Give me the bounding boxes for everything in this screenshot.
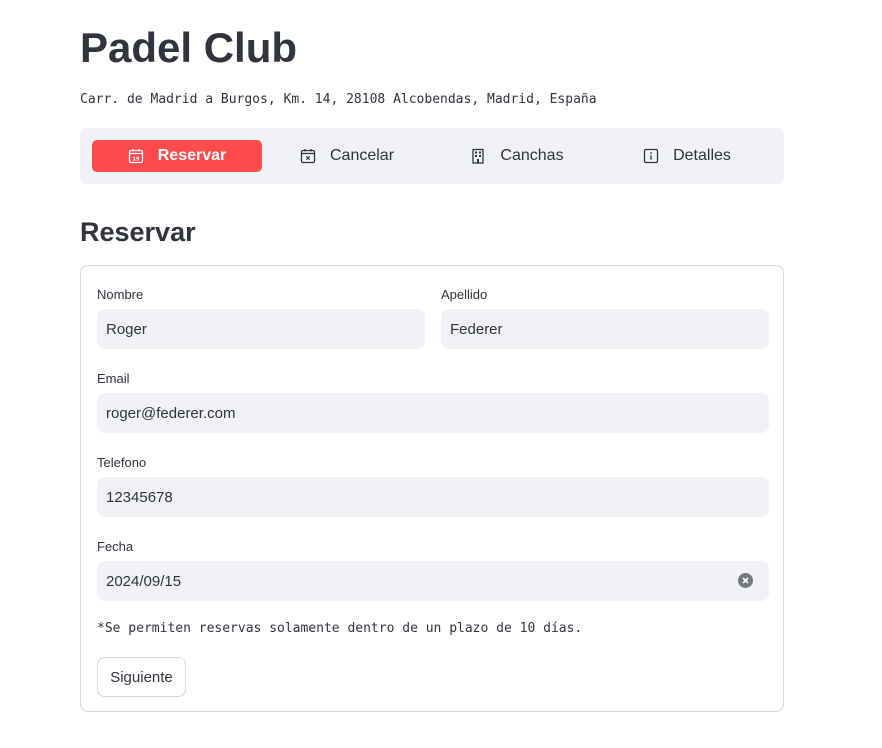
apellido-label: Apellido <box>441 287 488 302</box>
section-title: Reservar <box>80 217 196 247</box>
calendar-icon: 19 <box>128 148 144 164</box>
nav-item-label: Canchas <box>500 147 564 164</box>
nombre-label: Nombre <box>97 287 144 302</box>
booking-note: *Se permiten reservas solamente dentro d… <box>97 621 583 636</box>
nav-item-label: Reservar <box>157 147 227 164</box>
email-input[interactable] <box>97 393 769 433</box>
nombre-input[interactable] <box>97 309 425 349</box>
telefono-input[interactable] <box>97 477 769 517</box>
club-address: Carr. de Madrid a Burgos, Km. 14, 28108 … <box>80 92 597 107</box>
info-icon <box>643 148 659 164</box>
nav-item-label: Detalles <box>673 147 731 164</box>
nav-item-reservar[interactable]: 19 Reservar <box>92 140 262 172</box>
reservation-form: Nombre Apellido Email Telefono Fecha *Se… <box>80 265 784 712</box>
fecha-input[interactable] <box>97 561 769 601</box>
nav-item-detalles[interactable]: Detalles <box>602 140 772 172</box>
calendar-x-icon <box>300 148 316 164</box>
building-icon <box>470 148 486 164</box>
email-label: Email <box>97 371 130 386</box>
fecha-label: Fecha <box>97 539 134 554</box>
telefono-label: Telefono <box>97 455 147 470</box>
nav-menu: 19 Reservar Cancelar Canchas Detalles <box>80 128 784 184</box>
apellido-input[interactable] <box>441 309 769 349</box>
svg-text:19: 19 <box>132 156 139 162</box>
nav-item-label: Cancelar <box>329 147 395 164</box>
nav-item-cancelar[interactable]: Cancelar <box>262 140 432 172</box>
clear-icon[interactable] <box>738 573 753 588</box>
page-title: Padel Club <box>80 24 298 71</box>
siguiente-button[interactable]: Siguiente <box>97 657 186 697</box>
nav-item-canchas[interactable]: Canchas <box>432 140 602 172</box>
